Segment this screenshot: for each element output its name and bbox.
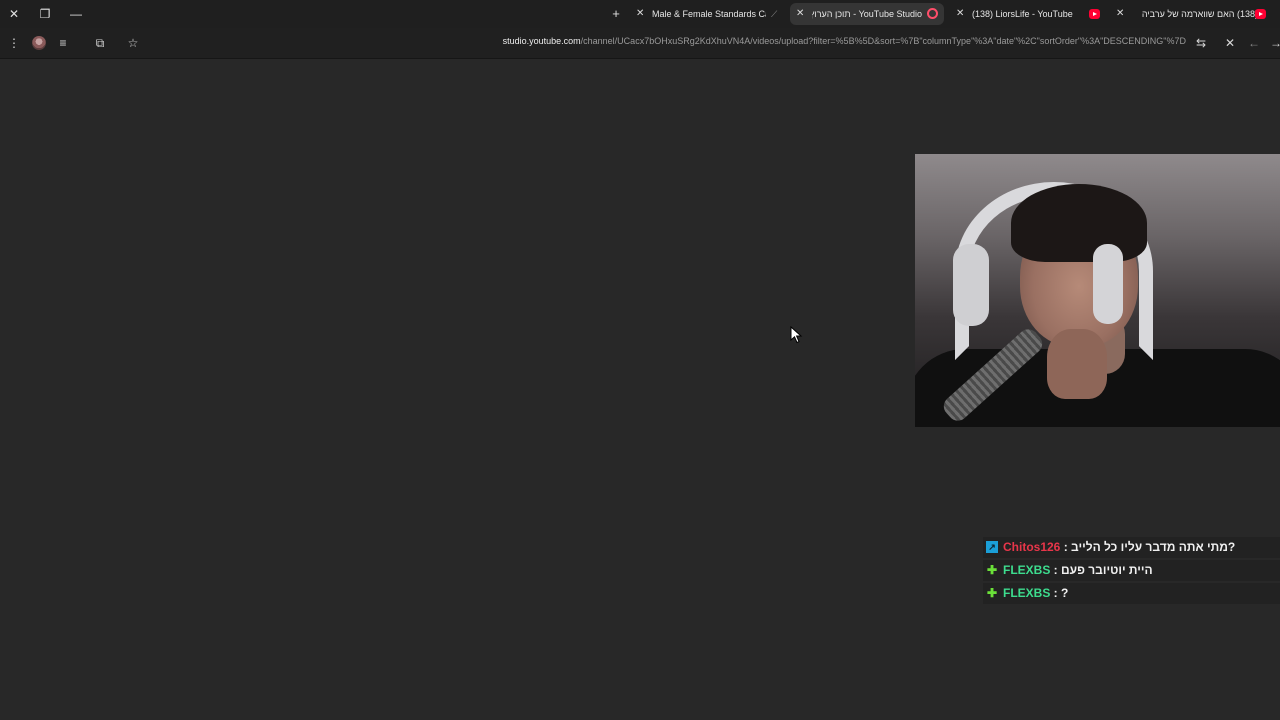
webcam-person-hair — [1011, 184, 1147, 262]
tune-settings-icon[interactable]: ⇆ — [1193, 35, 1209, 51]
chat-username: FLEXBS — [1003, 586, 1051, 600]
stop-loading-icon[interactable]: ✕ — [1222, 35, 1238, 51]
webcam-person-hand — [1047, 329, 1107, 399]
media-queue-icon[interactable]: ≡ — [55, 35, 71, 51]
tab-male-female-standards[interactable]: ✕ Male & Female Standards Calcu ⟋ — [630, 3, 788, 25]
chat-message-text: היית יוטיובר פעם — [1061, 563, 1153, 577]
tab-close-icon[interactable]: ✕ — [956, 3, 964, 25]
tab-title: (138) LiorsLife - YouTube — [972, 9, 1073, 19]
chat-message: ✚ FLEXBS : היית יוטיובר פעם — [983, 560, 1280, 581]
tab-shawarma-video[interactable]: ✕ (138) האם שווארמה של ערביה — [1110, 3, 1280, 25]
browser-toolbar: ⋮ ≡ ⧉ ☆ studio.youtube.com/channel/UCacx… — [0, 28, 1280, 59]
tab-youtube-studio[interactable]: ✕ YouTube Studio - תוכן הערוץ — [790, 3, 944, 25]
tab-title: Male & Female Standards Calcu — [652, 9, 766, 19]
address-bar[interactable]: studio.youtube.com/channel/UCacx7bOHxuSR… — [503, 36, 1186, 46]
bookmark-star-icon[interactable]: ☆ — [125, 35, 141, 51]
extensions-icon[interactable]: ⧉ — [92, 35, 108, 51]
chat-message: ✚ FLEXBS : ? — [983, 583, 1280, 604]
headphones-left-cup — [953, 244, 989, 326]
minimize-window-icon[interactable]: — — [68, 6, 84, 22]
chat-username: FLEXBS — [1003, 563, 1051, 577]
menu-kebab-icon[interactable]: ⋮ — [6, 35, 22, 51]
chat-message-text: ?מתי אתה מדבר עליו כל הלייב — [1071, 540, 1236, 554]
tab-title: (138) האם שווארמה של ערביה — [1141, 9, 1258, 19]
tab-liorslife-youtube[interactable]: ✕ (138) LiorsLife - YouTube — [950, 3, 1106, 25]
chart-favicon-icon: ⟋ — [771, 9, 778, 19]
profile-avatar-icon[interactable] — [32, 36, 46, 50]
chat-message: ↗ Chitos126 : ?מתי אתה מדבר עליו כל הליי… — [983, 537, 1280, 558]
tab-close-icon[interactable]: ✕ — [1116, 3, 1124, 25]
forward-arrow-icon[interactable]: → — [1268, 35, 1280, 51]
close-window-icon[interactable]: ✕ — [6, 6, 22, 22]
tab-close-icon[interactable]: ✕ — [796, 3, 804, 25]
chat-message-text: ? — [1061, 586, 1069, 600]
new-tab-button[interactable]: + — [608, 6, 624, 22]
plus-badge-icon: ✚ — [986, 586, 998, 600]
tab-strip: ✕ ❐ — + ✕ Male & Female Standards Calcu … — [0, 0, 1280, 28]
webcam-overlay — [915, 154, 1280, 427]
tab-close-icon[interactable]: ✕ — [636, 3, 644, 25]
back-arrow-icon[interactable]: ← — [1246, 35, 1262, 51]
plus-badge-icon: ✚ — [986, 563, 998, 577]
box-badge-icon: ↗ — [986, 541, 998, 553]
mouse-cursor-icon — [790, 326, 803, 344]
restore-window-icon[interactable]: ❐ — [37, 6, 53, 22]
url-host: studio.youtube.com — [502, 36, 581, 46]
chat-username: Chitos126 — [1003, 540, 1061, 554]
headphones-right-cup — [1093, 244, 1123, 324]
youtube-favicon-icon — [1255, 9, 1266, 19]
youtube-studio-favicon-icon — [927, 8, 938, 19]
url-path: /channel/UCacx7bOHxuSRg2KdXhuVN4A/videos… — [580, 36, 1186, 46]
stream-chat-overlay: ↗ Chitos126 : ?מתי אתה מדבר עליו כל הליי… — [983, 537, 1280, 606]
tab-title: YouTube Studio - תוכן הערוץ — [812, 9, 922, 19]
youtube-favicon-icon — [1089, 9, 1100, 19]
